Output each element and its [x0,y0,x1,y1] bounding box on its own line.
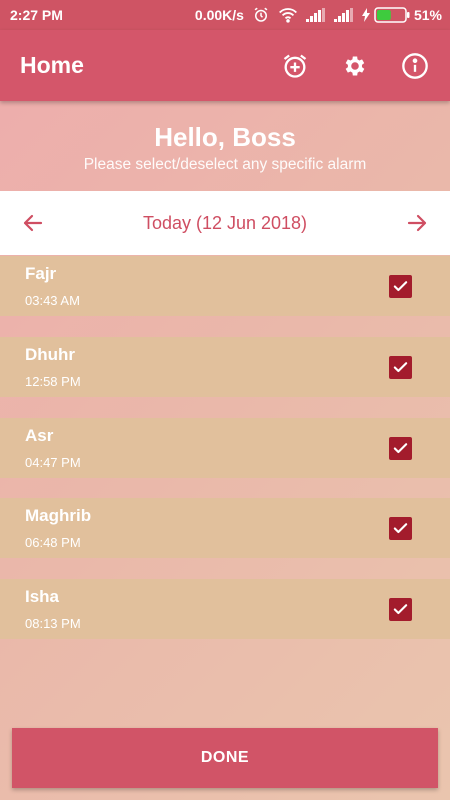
arrow-left-icon[interactable] [18,208,48,238]
alarm-name: Isha [25,587,60,606]
status-bar: 2:27 PM 0.00K/s 51% [0,0,450,30]
greeting-title: Hello, Boss [154,122,296,152]
network-speed: 0.00K/s [194,7,244,23]
alarm-row-asr[interactable]: Asr 04:47 PM [0,418,450,478]
info-icon[interactable] [400,51,430,81]
signal-icon [333,8,354,22]
alarm-info: Maghrib 06:48 PM [25,506,91,550]
status-icons: 0.00K/s 51% [195,6,442,24]
alarm-clock-icon [252,6,270,24]
alarm-info: Asr 04:47 PM [25,426,81,470]
alarm-checkbox[interactable] [389,436,412,460]
alarm-name: Dhuhr [25,345,76,364]
status-time: 2:27 PM [10,7,63,23]
alarm-row-isha[interactable]: Isha 08:13 PM [0,579,450,639]
alarm-time: 03:43 AM [25,293,80,308]
arrow-right-icon[interactable] [402,208,432,238]
charging-icon [361,8,370,22]
app-actions [280,51,430,81]
battery-percent: 51% [413,7,442,23]
wifi-icon [278,7,298,23]
alarm-info: Fajr 03:43 AM [25,264,80,308]
done-button[interactable]: DONE [12,728,438,788]
alarm-row-fajr[interactable]: Fajr 03:43 AM [0,256,450,316]
alarm-info: Dhuhr 12:58 PM [25,345,81,389]
alarm-time: 06:48 PM [25,535,81,550]
alarm-time: 04:47 PM [25,455,81,470]
alarm-name: Asr [25,426,54,445]
alarm-checkbox[interactable] [389,516,412,540]
alarm-time: 08:13 PM [25,616,81,631]
app-bar: Home [0,30,450,101]
alarm-checkbox[interactable] [389,355,412,379]
signal-icon [305,8,326,22]
alarm-info: Isha 08:13 PM [25,587,81,631]
gear-icon[interactable] [340,51,370,81]
battery-indicator: 51% [361,7,442,23]
date-navigation: Today (12 Jun 2018) [0,191,450,255]
alarm-checkbox[interactable] [389,597,412,621]
app-title: Home [20,52,84,78]
alarm-row-dhuhr[interactable]: Dhuhr 12:58 PM [0,337,450,397]
date-label: Today (12 Jun 2018) [142,212,308,233]
greeting-section: Hello, Boss Please select/deselect any s… [0,101,450,191]
alarm-row-maghrib[interactable]: Maghrib 06:48 PM [0,498,450,558]
battery-icon [374,7,410,23]
alarm-time: 12:58 PM [25,374,81,389]
add-alarm-icon[interactable] [280,51,310,81]
alarm-name: Fajr [25,264,57,283]
alarm-name: Maghrib [25,506,92,525]
greeting-subtitle: Please select/deselect any specific alar… [83,156,367,173]
alarm-checkbox[interactable] [389,274,412,298]
